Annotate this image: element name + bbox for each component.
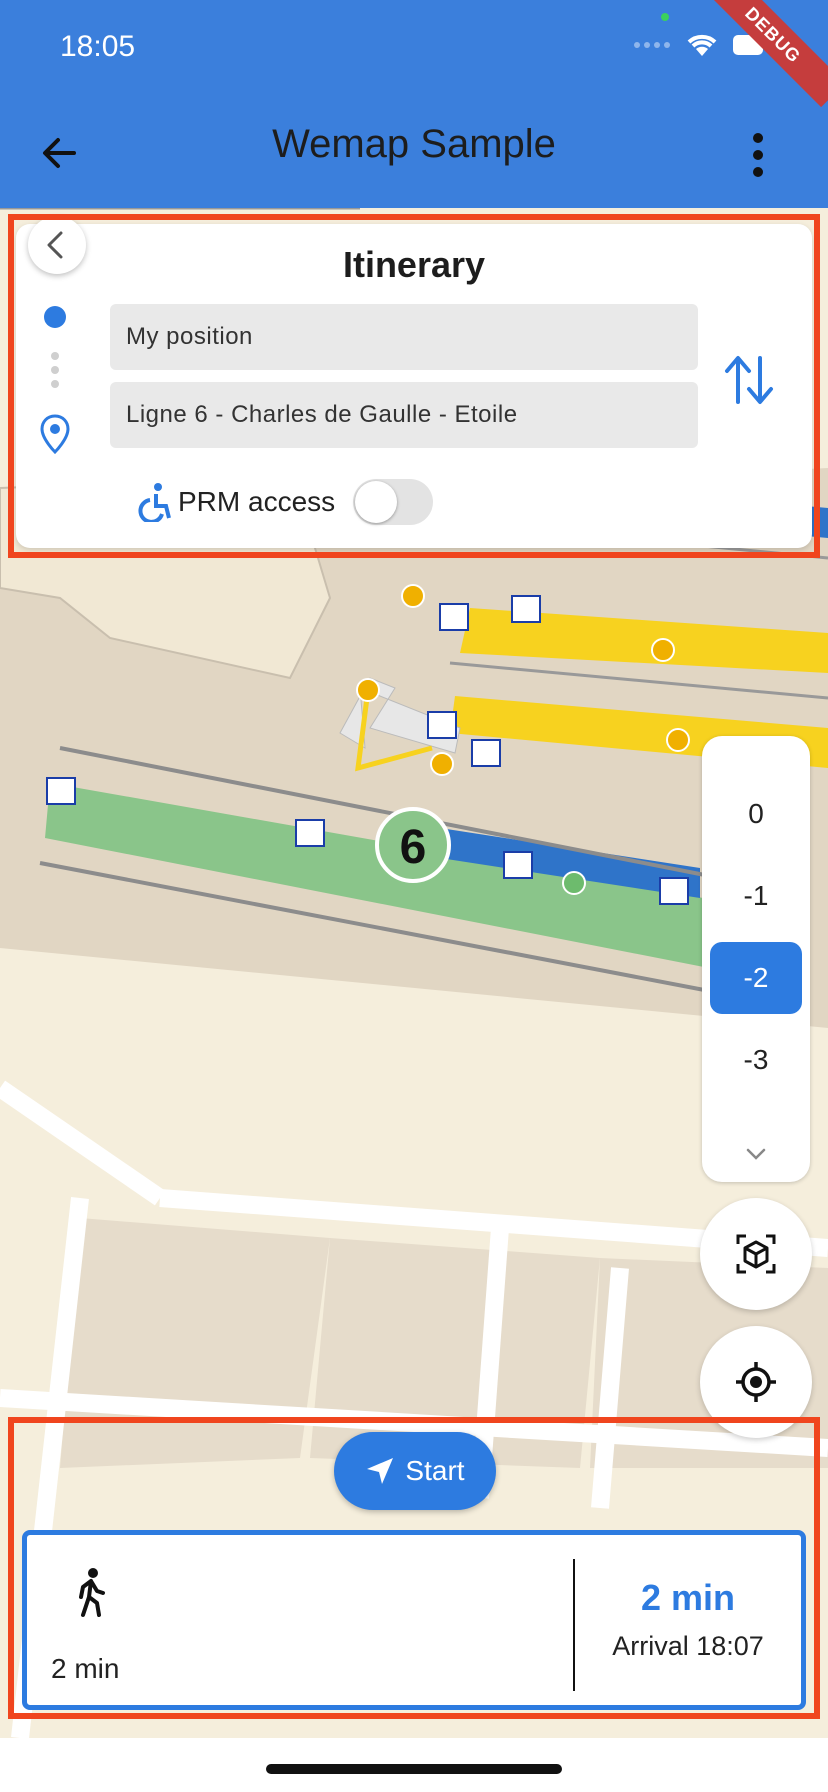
- chevron-down-icon[interactable]: [744, 1146, 768, 1162]
- origin-dot-icon: [44, 306, 66, 328]
- route-summary[interactable]: 2 min 2 min Arrival 18:07: [22, 1530, 806, 1710]
- walk-duration: 2 min: [51, 1653, 120, 1684]
- swap-icon[interactable]: [722, 352, 776, 408]
- arrival-time: Arrival 18:07: [612, 1631, 764, 1661]
- destination-field[interactable]: Ligne 6 - Charles de Gaulle - Etoile: [110, 382, 698, 448]
- accessible-icon: [138, 483, 171, 522]
- my-location-icon: [736, 1362, 776, 1402]
- start-label: Start: [405, 1455, 465, 1486]
- status-time: 18:05: [60, 30, 136, 63]
- signal-icon: [634, 42, 670, 48]
- prm-label: PRM access: [178, 486, 336, 517]
- app-bar: Wemap Sample: [0, 100, 828, 208]
- itinerary-card: Itinerary My position Ligne 6 - Charles …: [16, 224, 812, 548]
- line-6-badge: 6: [400, 821, 427, 874]
- floor-minus-3[interactable]: -3: [710, 1024, 802, 1096]
- floor-minus-2[interactable]: -2: [710, 942, 802, 1014]
- more-vert-icon[interactable]: [748, 132, 768, 178]
- navigation-arrow-icon: [367, 1458, 394, 1484]
- floor-0[interactable]: 0: [710, 778, 802, 850]
- status-bar: 18:05: [0, 0, 828, 100]
- itinerary-title: Itinerary: [342, 244, 486, 285]
- status-icons: [632, 32, 768, 58]
- prm-row: PRM access: [136, 476, 434, 528]
- my-location-button[interactable]: [700, 1326, 812, 1438]
- collapse-button[interactable]: [28, 216, 86, 274]
- floor-minus-1[interactable]: -1: [710, 860, 802, 932]
- camera-indicator-icon: [661, 13, 669, 21]
- toggle-knob: [355, 481, 398, 523]
- location-pin-icon: [40, 414, 70, 454]
- ar-cube-icon: [736, 1234, 776, 1274]
- total-duration: 2 min: [640, 1577, 736, 1618]
- walking-icon: [79, 1568, 105, 1617]
- chevron-left-icon: [47, 231, 63, 259]
- start-button[interactable]: Start: [334, 1432, 496, 1510]
- ar-view-button[interactable]: [700, 1198, 812, 1310]
- floor-selector: 0 -1 -2 -3: [702, 736, 810, 1182]
- app-title: Wemap Sample: [272, 122, 556, 166]
- wifi-icon: [687, 34, 717, 56]
- route-dots: [51, 352, 59, 394]
- prm-toggle[interactable]: [353, 479, 434, 525]
- origin-field[interactable]: My position: [110, 304, 698, 370]
- home-indicator[interactable]: [266, 1764, 562, 1774]
